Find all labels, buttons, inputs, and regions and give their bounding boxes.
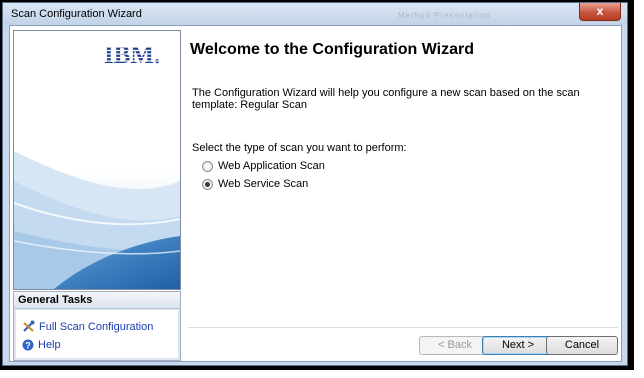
back-button[interactable]: < Back [419,336,491,355]
window-title: Scan Configuration Wizard [11,8,142,20]
option-label: Web Service Scan [218,178,309,190]
wizard-window: Scan Configuration Wizard Method Present… [2,2,628,366]
wizard-description: The Configuration Wizard will help you c… [192,87,580,111]
general-tasks-panel: General Tasks Full Scan Configuration ? [13,291,181,361]
radio-button-selected[interactable] [202,178,213,190]
task-label: Help [38,339,61,351]
scan-type-prompt: Select the type of scan you want to perf… [192,142,407,154]
tools-icon [23,320,35,332]
close-button[interactable]: x [579,3,621,21]
close-icon: x [596,4,604,18]
option-web-service-scan[interactable]: Web Service Scan [202,178,308,190]
option-label: Web Application Scan [218,160,325,172]
footer-divider [188,327,618,328]
next-button[interactable]: Next > [482,336,554,355]
svg-text:IBM.: IBM. [104,42,160,69]
task-help[interactable]: ? Help [22,339,61,351]
cancel-button[interactable]: Cancel [546,336,618,355]
task-full-scan-configuration[interactable]: Full Scan Configuration [22,320,153,333]
ibm-logo: IBM. [104,42,170,69]
background-window-title: Method Presentation [398,11,491,20]
page-title: Welcome to the Configuration Wizard [190,41,475,58]
svg-text:?: ? [25,341,31,351]
option-web-application-scan[interactable]: Web Application Scan [202,160,325,172]
wizard-content: IBM. General Tasks Full Scan Configurati… [9,25,622,362]
sidebar-banner: IBM. [13,30,181,290]
radio-button[interactable] [202,160,213,172]
general-tasks-header: General Tasks [14,292,180,309]
task-label: Full Scan Configuration [39,320,154,333]
title-bar[interactable]: Scan Configuration Wizard Method Present… [3,3,627,25]
general-tasks-list: Full Scan Configuration ? Help [16,310,178,358]
help-icon: ? [22,339,34,351]
